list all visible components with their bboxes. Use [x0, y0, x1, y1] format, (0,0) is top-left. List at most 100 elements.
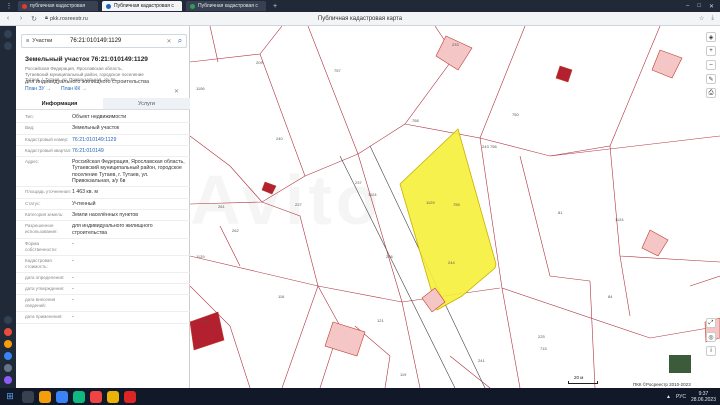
zoom-in-icon[interactable]: +: [706, 46, 716, 56]
app-icon[interactable]: [4, 328, 12, 336]
property-key: дата определения:: [25, 274, 65, 280]
property-row: дата утверждения: -: [16, 284, 190, 296]
back-arrow-icon[interactable]: ‹: [3, 14, 13, 24]
parcel-number-label: 233: [452, 42, 459, 47]
info-icon[interactable]: i: [706, 346, 716, 356]
tab-label: Публичная кадастровая с: [114, 3, 174, 9]
plan-kk-link[interactable]: План КК →: [61, 86, 87, 92]
property-value: -: [72, 240, 74, 247]
page-title: Публичная кадастровая карта: [317, 15, 403, 22]
property-key: Тип:: [25, 114, 34, 119]
property-key: Вид:: [25, 125, 35, 131]
browser-tab[interactable]: Публичная кадастровая с: [186, 1, 266, 11]
app-icon[interactable]: [4, 340, 12, 348]
app-icon[interactable]: [56, 390, 68, 403]
app-icon[interactable]: [4, 42, 12, 50]
cadastral-map[interactable]: 209 757 233 758 750 240 243 756 1106 237 1129 759 11…: [190, 26, 720, 388]
property-row: Форма собственности: -: [16, 239, 190, 256]
property-key: дата внесения сведений:: [25, 297, 56, 309]
app-icon[interactable]: [4, 364, 12, 372]
parcel-number-label: 756: [490, 144, 497, 149]
close-icon[interactable]: ✕: [174, 88, 179, 95]
object-title: Земельный участок 76:21:010149:1129: [25, 56, 148, 63]
parcel-number-label: 116: [278, 294, 285, 299]
favicon-icon: [190, 3, 195, 9]
tab-label: Публичная кадастровая с: [198, 3, 258, 9]
app-icon[interactable]: [124, 390, 136, 403]
app-icon[interactable]: [4, 30, 12, 38]
parcel-number-label: 84: [608, 294, 613, 299]
minimize-icon[interactable]: –: [686, 3, 689, 10]
plan-zu-link[interactable]: План ЗУ →: [25, 86, 51, 92]
url-field[interactable]: 🔒︎ pkk.rosreestr.ru: [45, 14, 105, 23]
parcel-number-label: 1124: [615, 217, 624, 222]
property-key: Категория земель:: [25, 211, 64, 217]
parcel-number-label: 758: [412, 118, 419, 123]
zoom-out-icon[interactable]: –: [706, 60, 716, 70]
property-value[interactable]: 76:21:010149: [72, 148, 190, 154]
property-value: для индивидуального жилищного строительс…: [72, 223, 153, 236]
tab-services[interactable]: Услуги: [103, 98, 190, 109]
favicon-icon: [22, 3, 27, 9]
app-icon[interactable]: [107, 390, 119, 403]
property-value: -: [72, 274, 74, 281]
download-icon[interactable]: ⤓: [711, 15, 714, 22]
minimap-thumbnail[interactable]: [668, 354, 692, 374]
app-icon[interactable]: [4, 352, 12, 360]
language-indicator[interactable]: РУС: [676, 394, 686, 400]
forward-arrow-icon[interactable]: ›: [16, 14, 26, 24]
parcel-number-label: 241: [478, 358, 485, 363]
address-bar: ‹ › ↻ 🔒︎ pkk.rosreestr.ru Публичная када…: [0, 12, 720, 26]
property-key: Форма собственности:: [25, 240, 58, 252]
property-key: Статус:: [25, 200, 41, 206]
plan-links: План ЗУ → План КК →: [25, 86, 87, 92]
start-icon[interactable]: ⊞: [3, 390, 17, 404]
search-icon[interactable]: ⌕: [174, 35, 186, 47]
fullscreen-icon[interactable]: ⤢: [706, 318, 716, 328]
parcel-number-label: 1129: [196, 254, 205, 259]
ruler-icon[interactable]: ✎: [706, 74, 716, 84]
parcel-number-label: 209: [256, 60, 263, 65]
search-type-select[interactable]: ≡ Участки: [22, 38, 66, 44]
browser-menu-icon[interactable]: ⋮: [4, 1, 14, 11]
object-use: для индивидуального жилищного строительс…: [25, 79, 150, 85]
property-key: Разрешенное использование:: [25, 223, 58, 235]
menu-icon: ≡: [26, 38, 30, 44]
tab-info[interactable]: Информация: [16, 98, 103, 109]
maximize-icon[interactable]: □: [697, 3, 701, 10]
property-value[interactable]: 76:21:010149:1129: [72, 137, 190, 143]
browser-tab-active[interactable]: Публичная кадастровая с: [102, 1, 182, 11]
selected-parcel: [399, 128, 497, 311]
print-icon[interactable]: ⎙: [706, 88, 716, 98]
app-icon[interactable]: [90, 390, 102, 403]
property-row: Площадь уточненная: 1 463 кв. м: [16, 187, 190, 199]
clear-icon[interactable]: ✕: [164, 38, 174, 45]
app-icon[interactable]: [73, 390, 85, 403]
property-value: Объект недвижимости: [72, 114, 127, 120]
clock[interactable]: 9:37 28.06.2023: [691, 391, 716, 403]
property-value: -: [72, 286, 74, 293]
app-icon[interactable]: [4, 376, 12, 384]
bookmark-star-icon[interactable]: ☆: [699, 15, 704, 22]
network-icon[interactable]: ▲: [666, 394, 671, 400]
property-key: дата утверждения:: [25, 286, 65, 292]
new-tab-plus-icon[interactable]: +: [270, 1, 280, 11]
layers-icon[interactable]: ◈: [706, 32, 716, 42]
info-panel: ≡ Участки 76:21:010149:1129 ✕ ⌕ Земельны…: [16, 26, 190, 388]
search-input[interactable]: 76:21:010149:1129: [66, 38, 164, 44]
browser-tab-bar: ⋮ публичная кадастровая Публичная кадаст…: [0, 0, 720, 12]
app-icon[interactable]: [39, 390, 51, 403]
app-icon[interactable]: [4, 316, 12, 324]
parcel-number-label: 757: [334, 68, 341, 73]
scale-label: 20 м: [574, 375, 584, 380]
search-icon[interactable]: [22, 390, 34, 403]
property-row: Кадастровая стоимость: -: [16, 256, 190, 273]
parcel-number-label: 81: [558, 210, 563, 215]
property-row: Вид: Земельный участок: [16, 123, 190, 135]
parcel-number-label: 227: [295, 202, 302, 207]
close-window-icon[interactable]: ✕: [709, 3, 714, 10]
reload-icon[interactable]: ↻: [29, 14, 39, 24]
property-row: Кадастровый квартал: 76:21:010149: [16, 146, 190, 158]
browser-tab[interactable]: публичная кадастровая: [18, 1, 98, 11]
my-location-icon[interactable]: ◎: [706, 332, 716, 342]
